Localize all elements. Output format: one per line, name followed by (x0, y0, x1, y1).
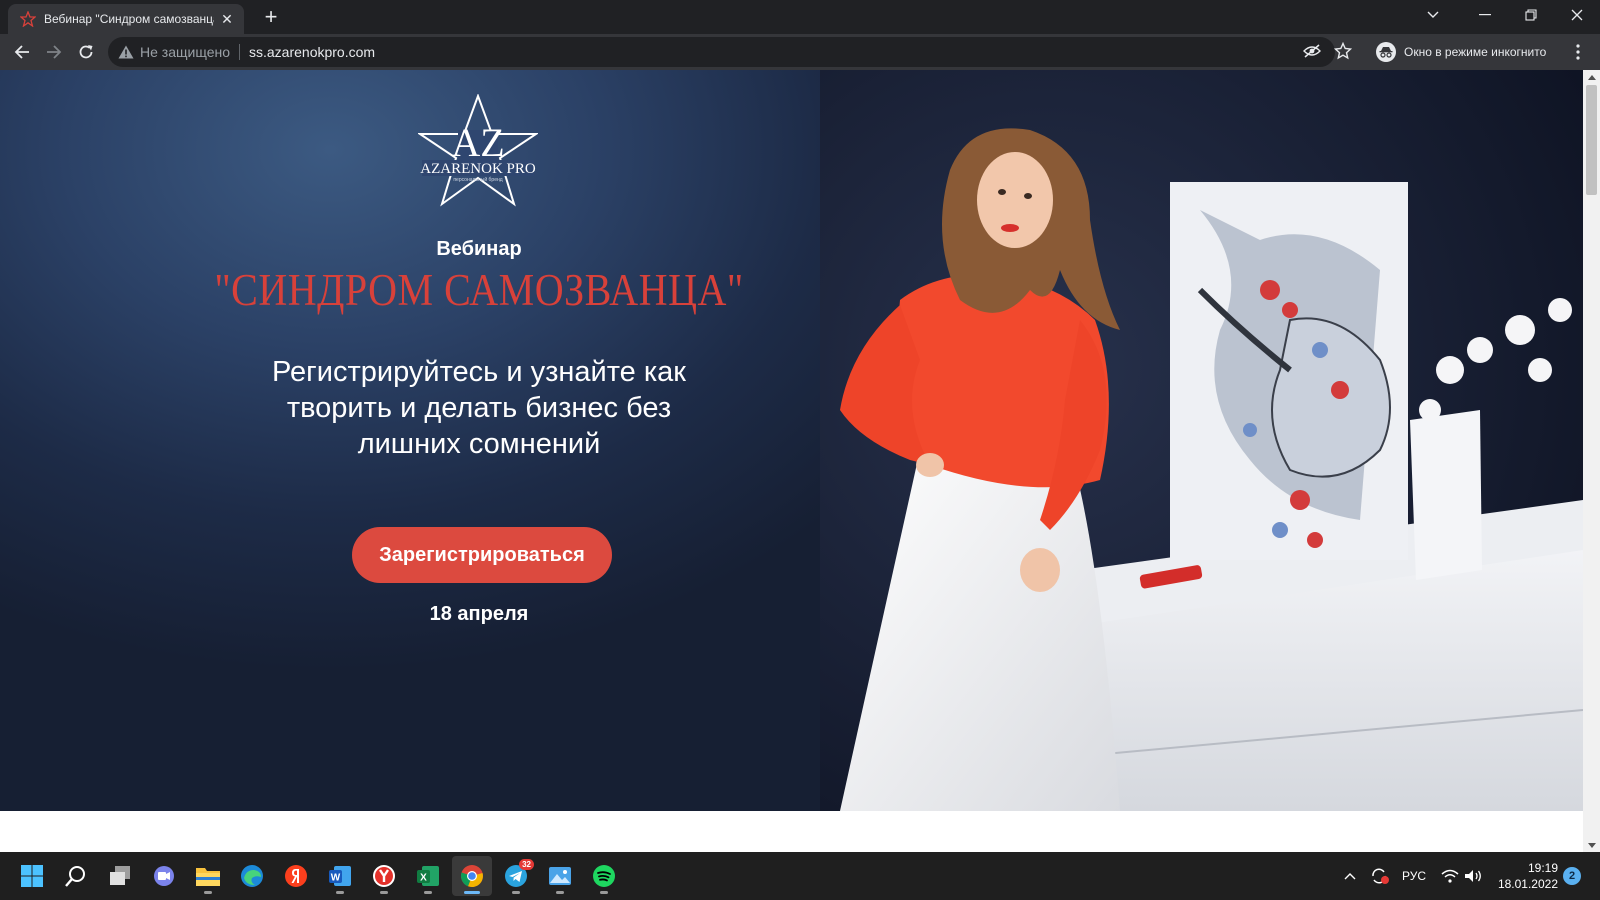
star-favicon-icon (20, 11, 36, 27)
page-viewport: AZ AZARENOK PRO персональный бренд Вебин… (0, 70, 1583, 852)
show-hidden-icons[interactable] (1344, 852, 1356, 900)
browser-toolbar: Не защищено ss.azarenokpro.com Окно в ре… (0, 34, 1600, 70)
yandex-icon[interactable] (276, 856, 316, 896)
tab-title: Вебинар "Синдром самозванца" (44, 12, 214, 26)
hero-subtitle: Регистрируйтесь и узнайте как творить и … (271, 356, 686, 460)
windows-taskbar: W X 32 РУС 19:19 18.01.2022 2 (0, 852, 1600, 900)
webinar-label: Вебинар (436, 238, 522, 260)
security-status[interactable]: Не защищено (140, 44, 230, 60)
photos-icon[interactable] (540, 856, 580, 896)
clock-time: 19:19 (1527, 861, 1558, 875)
scroll-down-arrow-icon[interactable] (1583, 838, 1600, 852)
incognito-indicator[interactable]: Окно в режиме инкогнито (1372, 39, 1556, 65)
bookmark-star-icon[interactable] (1333, 41, 1353, 61)
task-view-icon[interactable] (100, 856, 140, 896)
logo-tagline: персональный бренд (453, 176, 502, 183)
webinar-title: "СИНДРОМ САМОЗВАНЦА" (214, 263, 744, 316)
scroll-up-arrow-icon[interactable] (1583, 70, 1600, 84)
word-icon[interactable]: W (320, 856, 360, 896)
incognito-icon (1376, 42, 1396, 62)
sync-alert-icon[interactable] (1370, 852, 1390, 900)
webinar-date: 18 апреля (429, 603, 529, 625)
forward-icon[interactable] (42, 40, 66, 64)
logo-monogram: AZ (451, 120, 504, 165)
close-window-icon[interactable] (1554, 0, 1600, 30)
tracking-blocked-eye-icon[interactable] (1302, 41, 1322, 61)
new-tab-button[interactable]: + (260, 5, 282, 29)
svg-text:X: X (420, 873, 427, 884)
running-indicator (380, 891, 388, 894)
browser-tab[interactable]: Вебинар "Синдром самозванца" ✕ (8, 4, 244, 34)
browser-menu-icon[interactable] (1568, 41, 1588, 63)
running-indicator (424, 891, 432, 894)
teams-chat-icon[interactable] (144, 856, 184, 896)
tab-close-icon[interactable]: ✕ (218, 11, 236, 28)
warning-icon[interactable] (118, 45, 134, 59)
active-indicator (464, 891, 480, 894)
restore-icon[interactable] (1508, 0, 1554, 30)
back-icon[interactable] (10, 40, 34, 64)
page-scrollbar[interactable] (1583, 70, 1600, 852)
running-indicator (204, 891, 212, 894)
svg-text:W: W (331, 873, 341, 884)
spotify-icon[interactable] (584, 856, 624, 896)
yandex-browser-icon[interactable] (364, 856, 404, 896)
clock-date: 18.01.2022 (1497, 877, 1558, 891)
notification-count-badge[interactable]: 2 (1563, 867, 1581, 885)
windows-start-icon[interactable] (12, 856, 52, 896)
incognito-label: Окно в режиме инкогнито (1404, 45, 1547, 59)
volume-icon[interactable] (1464, 852, 1482, 900)
language-indicator[interactable]: РУС (1402, 852, 1426, 900)
url-text[interactable]: ss.azarenokpro.com (249, 44, 375, 60)
running-indicator (336, 891, 344, 894)
scroll-thumb[interactable] (1586, 85, 1597, 195)
file-explorer-icon[interactable] (188, 856, 228, 896)
hero-photo (820, 70, 1583, 811)
logo-brand-text: AZARENOK PRO (420, 161, 536, 177)
running-indicator (556, 891, 564, 894)
hero-section: AZ AZARENOK PRO персональный бренд Вебин… (0, 70, 1583, 811)
taskbar-clock[interactable]: 19:19 18.01.2022 (1486, 860, 1558, 892)
chrome-icon[interactable] (452, 856, 492, 896)
running-indicator (512, 891, 520, 894)
minimize-icon[interactable] (1462, 0, 1508, 30)
azarenok-pro-logo: AZ AZARENOK PRO персональный бренд (418, 94, 538, 207)
register-button[interactable]: Зарегистрироваться (352, 527, 612, 583)
tab-search-icon[interactable] (1410, 0, 1456, 30)
address-separator (239, 44, 240, 60)
search-icon[interactable] (56, 856, 96, 896)
telegram-unread-badge: 32 (519, 859, 534, 870)
edge-icon[interactable] (232, 856, 272, 896)
excel-icon[interactable]: X (408, 856, 448, 896)
address-bar[interactable]: Не защищено ss.azarenokpro.com (108, 37, 1335, 67)
tab-strip: Вебинар "Синдром самозванца" ✕ + (0, 0, 1600, 34)
wifi-icon[interactable] (1441, 852, 1459, 900)
running-indicator (600, 891, 608, 894)
telegram-icon[interactable]: 32 (496, 856, 536, 896)
reload-icon[interactable] (74, 40, 98, 64)
